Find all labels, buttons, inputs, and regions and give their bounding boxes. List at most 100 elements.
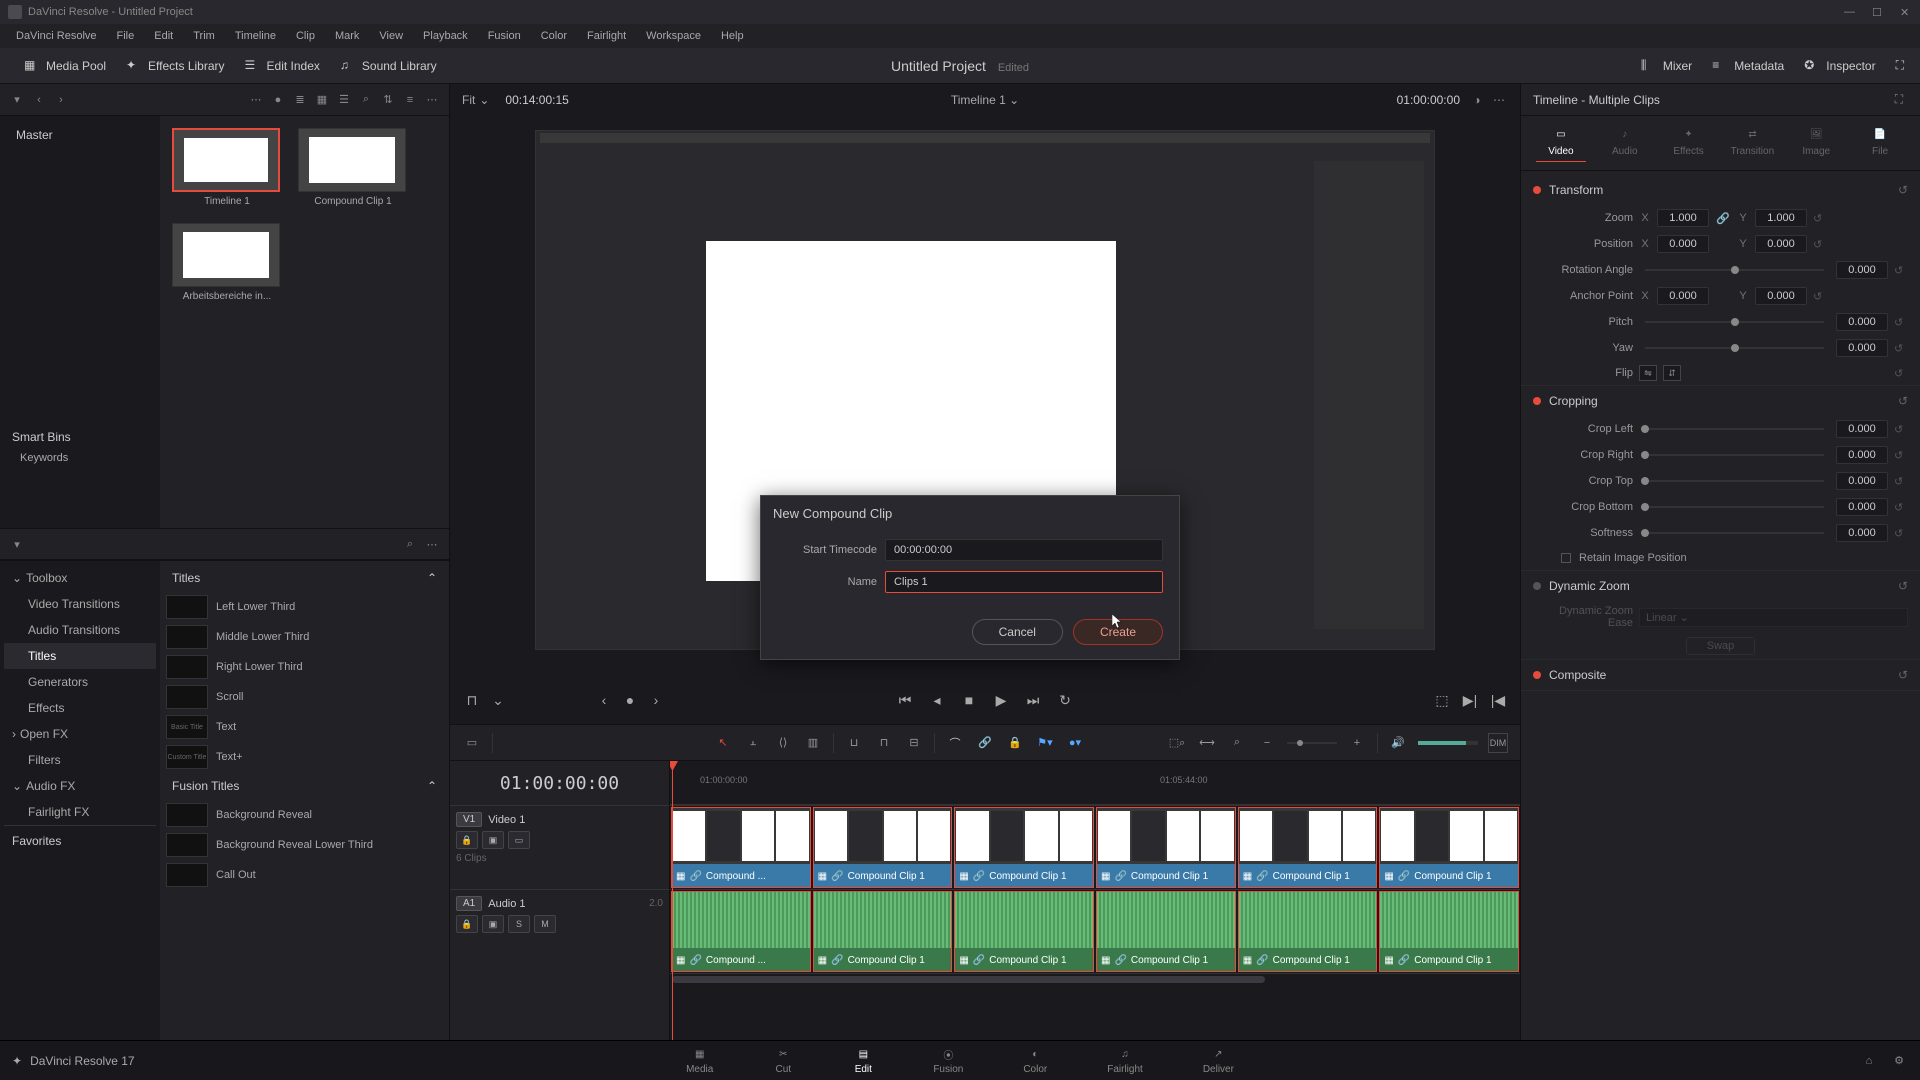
more-icon[interactable]: ⋯: [247, 91, 265, 109]
zoom-detail-icon[interactable]: ⌕: [1227, 733, 1247, 753]
zoom-y-input[interactable]: 1.000: [1755, 209, 1807, 227]
filters-cat[interactable]: Filters: [4, 747, 156, 773]
audio-track-header[interactable]: A1 Audio 1 2.0 🔒 ▣ S M: [450, 889, 669, 973]
video-track-header[interactable]: V1 Video 1 🔒 ▣ ▭ 6 Clips: [450, 805, 669, 889]
reset-icon[interactable]: ↺: [1813, 290, 1827, 303]
fusion-titles-section[interactable]: Fusion Titles⌃: [164, 773, 445, 799]
title-preset[interactable]: Right Lower Third: [164, 653, 445, 681]
reset-icon[interactable]: ↺: [1898, 668, 1908, 682]
auto-select-icon[interactable]: ▣: [482, 915, 504, 933]
grid-view-icon[interactable]: ▦: [313, 91, 331, 109]
inspector-tab-audio[interactable]: ♪Audio: [1600, 124, 1650, 162]
menu-timeline[interactable]: Timeline: [227, 28, 284, 44]
timeline-scrollbar[interactable]: [670, 973, 1520, 985]
marker-tool[interactable]: ●▾: [1065, 733, 1085, 753]
video-clip[interactable]: ▦🔗Compound ...: [671, 807, 811, 888]
effects-toggle-icon[interactable]: ▾: [8, 535, 26, 553]
page-fairlight[interactable]: ♫Fairlight: [1107, 1046, 1143, 1075]
fusion-title-preset[interactable]: Background Reveal Lower Third: [164, 831, 445, 859]
prev-edit-icon[interactable]: ‹: [594, 690, 614, 710]
timeline-tracks[interactable]: 01:00:00:0001:05:44:0001:11:28:00 ▦🔗Comp…: [670, 761, 1520, 1040]
video-track-lane[interactable]: ▦🔗Compound ...▦🔗Compound Clip 1▦🔗Compoun…: [670, 805, 1520, 889]
title-preset[interactable]: Scroll: [164, 683, 445, 711]
track-lock-icon[interactable]: 🔒: [456, 915, 478, 933]
zoom-in-icon[interactable]: +: [1347, 733, 1367, 753]
record-icon[interactable]: ●: [269, 91, 287, 109]
toolbox-cat[interactable]: ⌄Toolbox: [4, 565, 156, 591]
title-preset[interactable]: Middle Lower Third: [164, 623, 445, 651]
dim-button[interactable]: DIM: [1488, 733, 1508, 753]
nav-back-icon[interactable]: ‹: [30, 91, 48, 109]
audio-clip[interactable]: ▦🔗Compound Clip 1: [954, 891, 1094, 972]
audio-track-lane[interactable]: ▦🔗Compound ...▦🔗Compound Clip 1▦🔗Compoun…: [670, 889, 1520, 973]
crop-input[interactable]: 0.000: [1836, 472, 1888, 490]
page-fusion[interactable]: ⦿Fusion: [933, 1046, 963, 1075]
go-start-icon[interactable]: |◀: [1488, 690, 1508, 710]
menu-view[interactable]: View: [371, 28, 411, 44]
menu-icon[interactable]: ⋯: [423, 91, 441, 109]
reset-icon[interactable]: ↺: [1894, 475, 1908, 488]
enable-dot[interactable]: [1533, 671, 1541, 679]
zoom-dropdown[interactable]: Fit⌄: [462, 93, 489, 107]
fairlightfx-cat[interactable]: Fairlight FX: [4, 799, 156, 825]
loop-button[interactable]: ↻: [1055, 690, 1075, 710]
fusion-title-preset[interactable]: Call Out: [164, 861, 445, 889]
last-frame-button[interactable]: ⏭: [1023, 690, 1043, 710]
nav-fwd-icon[interactable]: ›: [52, 91, 70, 109]
chevron-down-icon[interactable]: ⌄: [488, 690, 508, 710]
fx-category[interactable]: Video Transitions: [4, 591, 156, 617]
page-deliver[interactable]: ↗Deliver: [1203, 1046, 1234, 1075]
record-timecode[interactable]: 01:00:00:00: [1397, 93, 1460, 107]
sort-icon[interactable]: ⇅: [379, 91, 397, 109]
inspector-tab-effects[interactable]: ✦Effects: [1664, 124, 1714, 162]
audio-clip[interactable]: ▦🔗Compound Clip 1: [1238, 891, 1378, 972]
menu-fusion[interactable]: Fusion: [480, 28, 529, 44]
insert-tool[interactable]: ⊔: [844, 733, 864, 753]
edit-index-toggle[interactable]: ☰Edit Index: [237, 54, 328, 78]
fx-category[interactable]: Effects: [4, 695, 156, 721]
inspector-expand-icon[interactable]: ⛶: [1890, 91, 1908, 109]
timeline-title[interactable]: Timeline 1 ⌄: [951, 93, 1019, 107]
inspector-tab-image[interactable]: 🖼Image: [1791, 124, 1841, 162]
reset-icon[interactable]: ↺: [1894, 342, 1908, 355]
zoom-x-input[interactable]: 1.000: [1657, 209, 1709, 227]
video-clip[interactable]: ▦🔗Compound Clip 1: [954, 807, 1094, 888]
mute-button[interactable]: M: [534, 915, 556, 933]
go-end-icon[interactable]: ▶|: [1460, 690, 1480, 710]
menu-color[interactable]: Color: [533, 28, 575, 44]
crop-slider[interactable]: [1645, 428, 1824, 430]
filter-icon[interactable]: ≡: [401, 91, 419, 109]
create-button[interactable]: Create: [1073, 619, 1163, 645]
expand-button[interactable]: ⛶: [1888, 54, 1912, 78]
title-preset[interactable]: Custom TitleText+: [164, 743, 445, 771]
flag-tool[interactable]: ⚑▾: [1035, 733, 1055, 753]
cropping-header[interactable]: Cropping ↺: [1521, 386, 1920, 416]
page-edit[interactable]: ▤Edit: [853, 1046, 873, 1075]
zoom-full-icon[interactable]: ⟷: [1197, 733, 1217, 753]
v1-badge[interactable]: V1: [456, 812, 482, 827]
track-enable-icon[interactable]: ▭: [508, 831, 530, 849]
name-input[interactable]: [885, 571, 1163, 593]
audio-clip[interactable]: ▦🔗Compound ...: [671, 891, 811, 972]
inspector-tab-file[interactable]: 📄File: [1855, 124, 1905, 162]
enable-dot[interactable]: [1533, 397, 1541, 405]
auto-select-icon[interactable]: ▣: [482, 831, 504, 849]
reset-icon[interactable]: ↺: [1898, 579, 1908, 593]
media-pool-toggle[interactable]: ▦Media Pool: [16, 54, 114, 78]
enable-dot[interactable]: [1533, 582, 1541, 590]
first-frame-button[interactable]: ⏮: [895, 690, 915, 710]
title-preset[interactable]: Left Lower Third: [164, 593, 445, 621]
master-folder[interactable]: Master: [8, 124, 152, 146]
scroll-thumb[interactable]: [672, 976, 1265, 983]
effects-library-toggle[interactable]: ✦Effects Library: [118, 54, 232, 78]
strip-view-icon[interactable]: ☰: [335, 91, 353, 109]
trim-tool[interactable]: ⫠: [743, 733, 763, 753]
audio-clip[interactable]: ▦🔗Compound Clip 1: [1379, 891, 1519, 972]
viewer-menu-icon[interactable]: ⋯: [1490, 91, 1508, 109]
openfx-cat[interactable]: ›Open FX: [4, 721, 156, 747]
favorites-section[interactable]: Favorites: [4, 825, 156, 856]
a1-badge[interactable]: A1: [456, 896, 482, 911]
effects-menu-icon[interactable]: ⋯: [423, 535, 441, 553]
reset-icon[interactable]: ↺: [1898, 394, 1908, 408]
match-frame-icon[interactable]: ⬚: [1432, 690, 1452, 710]
